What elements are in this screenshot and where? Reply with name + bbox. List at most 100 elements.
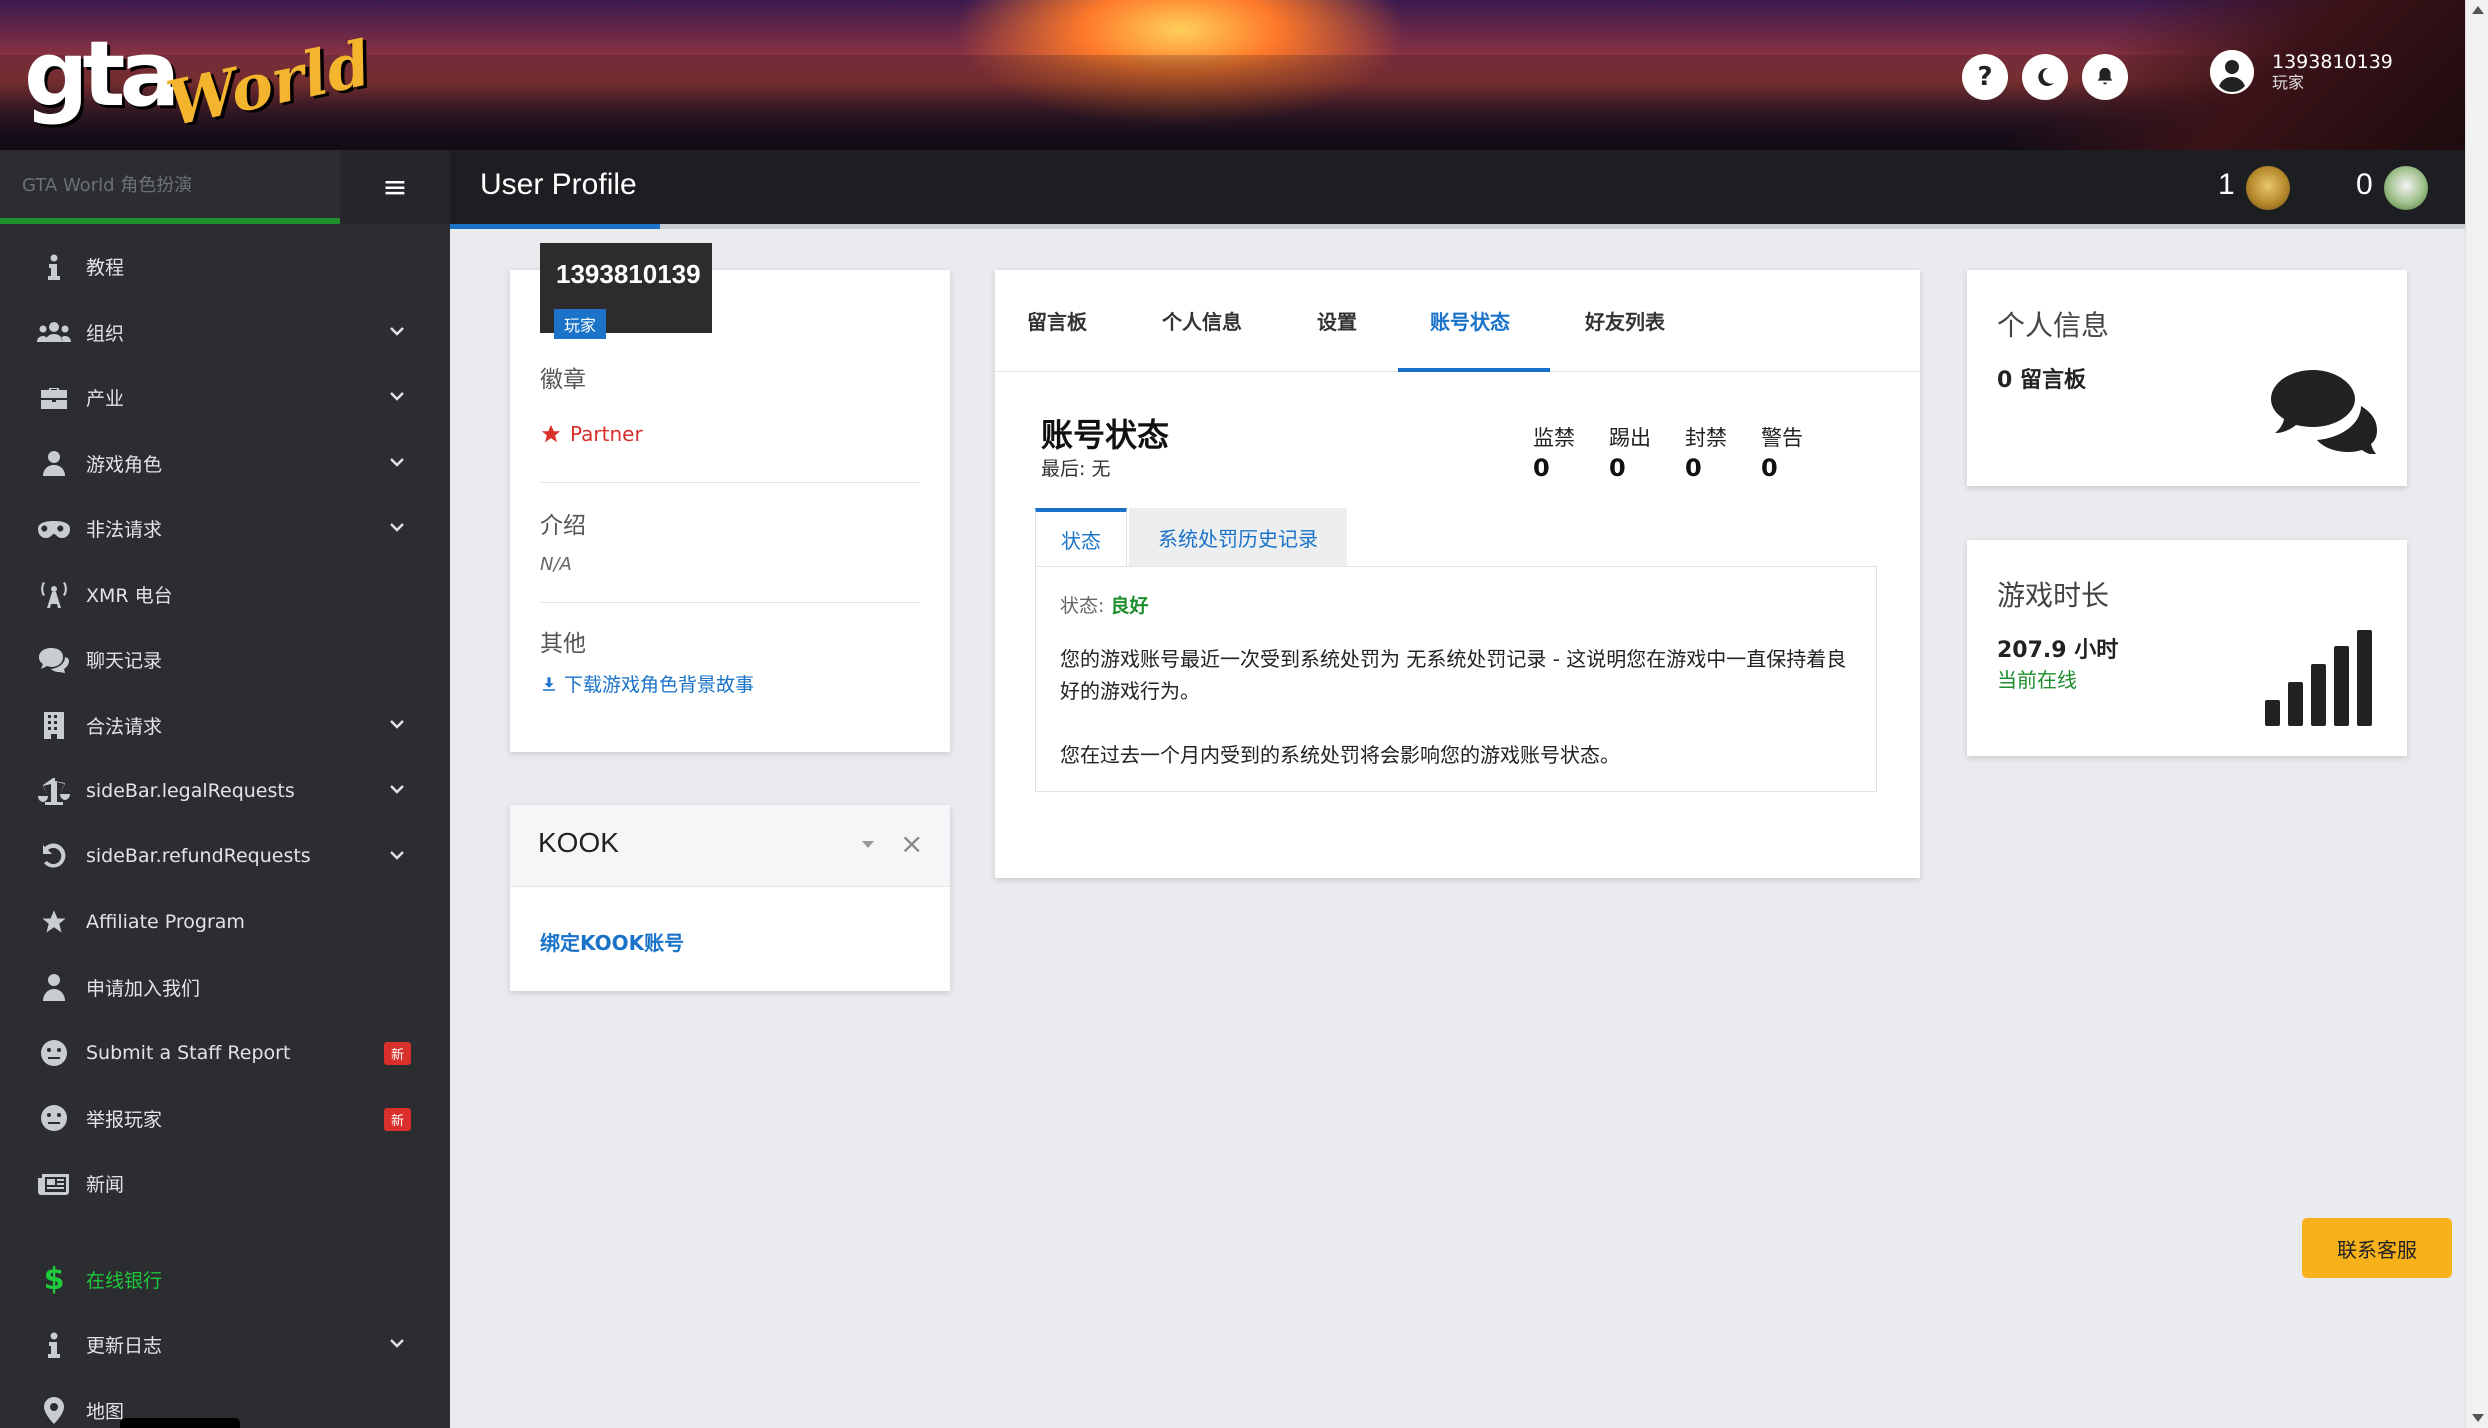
stat-warning: 警告 0 [1761,422,1803,482]
star-icon [541,424,561,443]
message-board-count: 0 留言板 [1997,368,2086,393]
new-badge: 新 [384,1107,412,1131]
building-icon [36,710,72,740]
sidebar-item-label: 举报玩家 [86,1108,163,1131]
tab-message-board[interactable]: 留言板 [1027,306,1087,335]
medal-count-1: 1 [2218,168,2235,201]
sidebar-item[interactable]: sideBar.legalRequests [0,758,450,824]
sidebar-item[interactable]: 聊天记录 [0,627,450,693]
sidebar-item-label: 更新日志 [86,1335,163,1358]
bell-icon [2097,67,2113,85]
info-icon [36,252,72,282]
sidebar-item[interactable]: Affiliate Program [0,889,450,955]
green-medal-icon[interactable] [2384,166,2428,210]
intro-title: 介绍 [540,513,586,539]
tab-settings[interactable]: 设置 [1317,306,1357,335]
profile-id-tag: 1393810139 玩家 [540,243,712,339]
question-icon: ? [1977,62,1993,92]
online-status: 当前在线 [1997,668,2077,692]
download-backstory-link[interactable]: 下载游戏角色背景故事 [540,670,754,697]
medal-count-2: 0 [2356,168,2373,201]
account-status-card: 留言板 个人信息 设置 账号状态 好友列表 账号状态 最后: 无 监禁 0 踢出… [995,270,1920,878]
sidebar-item-bank[interactable]: $ 在线银行 [0,1247,450,1313]
sidebar-item[interactable]: 申请加入我们 [0,955,450,1021]
help-button[interactable]: ? [1962,54,2008,100]
dollar-icon: $ [43,1261,65,1297]
playtime-value: 207.9 小时 [1997,638,2119,663]
gold-medal-icon[interactable] [2246,166,2290,210]
chevron-down-icon [390,850,404,860]
sidebar-brand[interactable]: GTA World 角色扮演 [0,171,340,197]
kook-card: KOOK × 绑定KOOK账号 [510,805,950,991]
sidebar-item[interactable]: XMR 电台 [0,562,450,628]
stat-ban-value: 0 [1685,454,1702,482]
sidebar-item[interactable]: 举报玩家 新 [0,1086,450,1152]
title-underline [450,224,660,229]
map-pin-icon [36,1395,72,1425]
sidebar-item-changelog[interactable]: 更新日志 [0,1312,450,1378]
subtab-penalty-history[interactable]: 系统处罚历史记录 [1129,508,1347,566]
sidebar-item-label: XMR 电台 [86,584,173,607]
user-icon [36,448,72,478]
moon-icon [2038,67,2054,86]
sidebar-item[interactable]: 合法请求 [0,693,450,759]
sidebar-item[interactable]: Submit a Staff Report 新 [0,1020,450,1086]
scroll-down-icon[interactable] [2472,1414,2484,1422]
contact-support-button[interactable]: 联系客服 [2302,1218,2452,1278]
partner-label: Partner [570,422,643,446]
sidebar-item-label: sideBar.legalRequests [86,779,295,802]
user-menu[interactable]: 1393810139 玩家 [2210,50,2393,94]
playtime-card: 游戏时长 207.9 小时 当前在线 [1967,540,2407,756]
sidebar-item[interactable]: 游戏角色 [0,431,450,497]
sidebar: GTA World 角色扮演 ≡ 教程组织产业游戏角色非法请求 XMR 电台聊天记… [0,150,450,1428]
logo-text-gta: gta [24,22,180,127]
stat-jail: 监禁 0 [1533,422,1575,482]
profile-card: 徽章 Partner 介绍 N/A 其他 下载游戏角色背景故事 [510,270,950,752]
stat-jail-label: 监禁 [1533,426,1575,450]
subtab-status[interactable]: 状态 [1035,508,1127,566]
close-icon[interactable]: × [900,827,923,860]
personal-info-card[interactable]: 个人信息 0 留言板 [1967,270,2407,486]
sidebar-item[interactable]: 非法请求 [0,496,450,562]
sidebar-item[interactable]: sideBar.refundRequests [0,824,450,890]
comments-icon [2271,370,2377,454]
page-scrollbar[interactable] [2465,0,2488,1428]
site-logo[interactable]: gta World [24,20,377,140]
sidebar-item-label: Submit a Staff Report [86,1041,291,1064]
collapse-caret-icon[interactable] [862,841,874,848]
chevron-down-icon [390,523,404,532]
mask-icon [36,514,72,544]
status-line: 状态: 良好 [1060,591,1148,618]
sidebar-item-label: 教程 [86,257,125,280]
personal-info-title: 个人信息 [1997,309,2110,342]
sidebar-item-label: 合法请求 [86,715,163,738]
sidebar-item[interactable]: 新闻 [0,1151,450,1217]
profile-tabs: 留言板 个人信息 设置 账号状态 好友列表 [995,270,1920,372]
stat-jail-value: 0 [1533,454,1550,482]
account-status-title: 账号状态 [1041,416,1170,454]
profile-role-badge: 玩家 [554,309,607,339]
scale-icon [36,776,72,806]
scroll-up-icon[interactable] [2472,6,2484,14]
tab-personal-info[interactable]: 个人信息 [1162,306,1242,335]
other-title: 其他 [540,631,586,657]
status-paragraph-2: 您在过去一个月内受到的系统处罚将会影响您的游戏账号状态。 [1060,743,1620,767]
download-icon [543,676,555,691]
sidebar-item[interactable]: 产业 [0,365,450,431]
dark-mode-button[interactable] [2022,54,2068,100]
sidebar-item-label: 非法请求 [86,519,163,542]
chevron-down-icon [390,1339,404,1348]
playtime-title: 游戏时长 [1997,579,2110,612]
tab-friends-list[interactable]: 好友列表 [1585,306,1665,335]
tab-account-status[interactable]: 账号状态 [1430,306,1510,335]
notifications-button[interactable] [2082,54,2128,100]
sidebar-item-label: 产业 [86,388,125,411]
sidebar-toggle-button[interactable]: ≡ [340,150,450,224]
sidebar-item[interactable]: 组织 [0,300,450,366]
signal-bars-icon [2265,630,2372,726]
sidebar-item[interactable]: 教程 [0,234,450,300]
bind-kook-link[interactable]: 绑定KOOK账号 [540,927,684,956]
stat-warning-label: 警告 [1761,426,1803,450]
download-backstory-label: 下载游戏角色背景故事 [564,674,755,696]
